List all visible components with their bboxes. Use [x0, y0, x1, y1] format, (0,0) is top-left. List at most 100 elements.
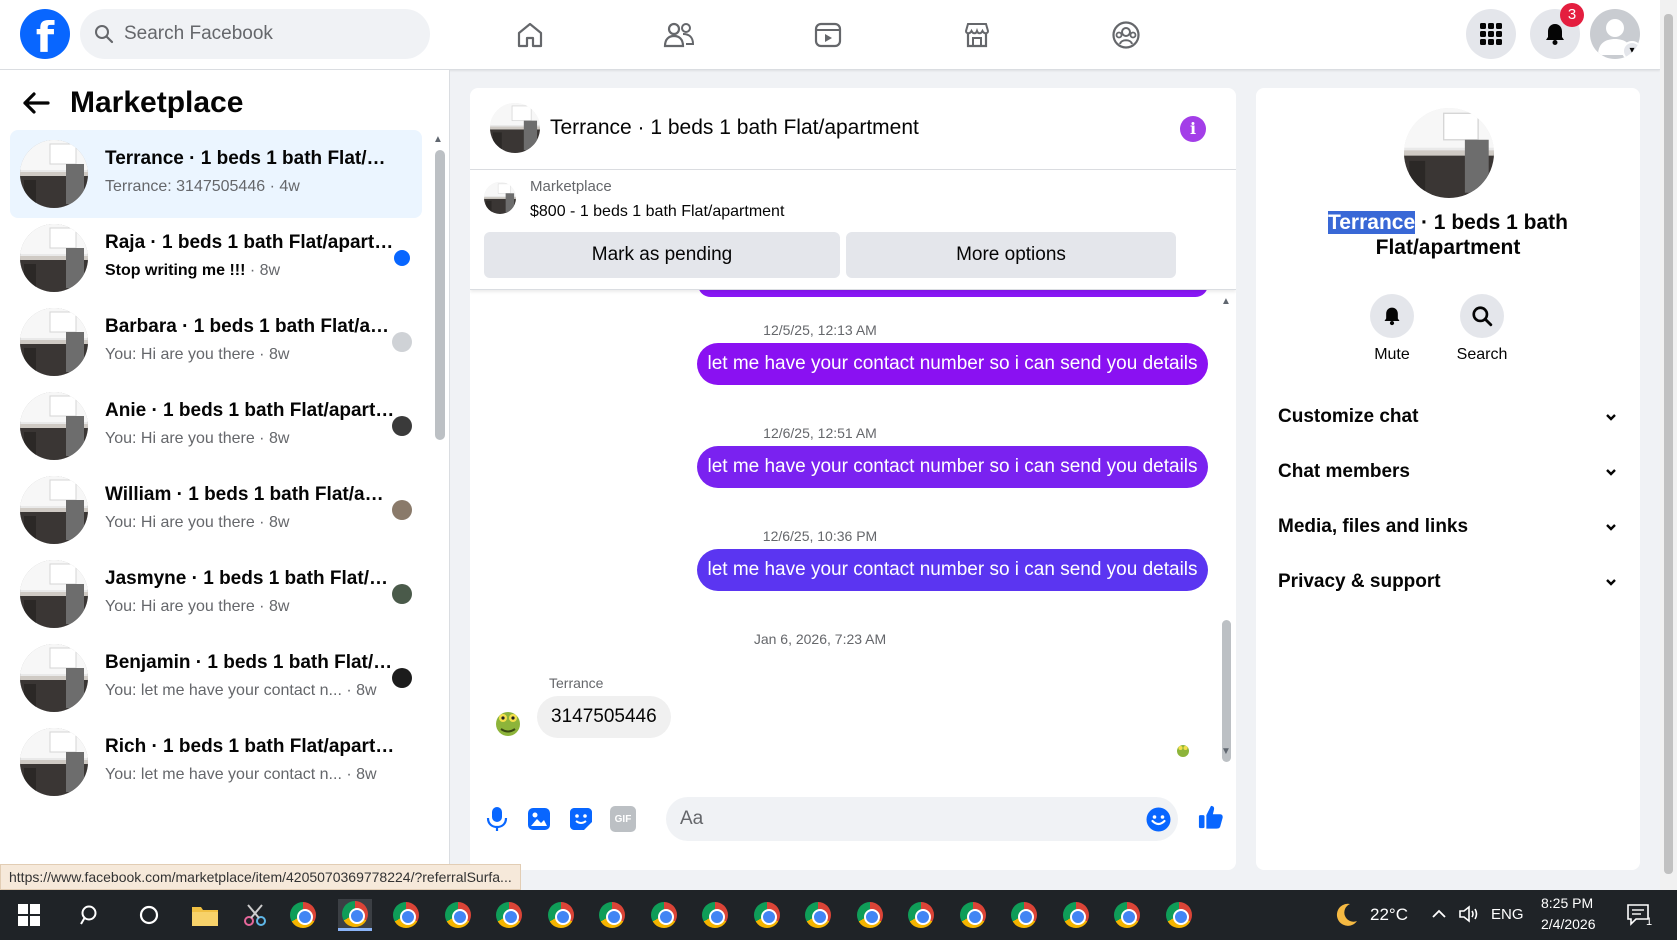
- conversation-item[interactable]: Anie · 1 beds 1 bath Flat/apartment You: …: [10, 382, 422, 470]
- notifications-button[interactable]: 3: [1530, 3, 1584, 59]
- panel-header: Marketplace: [22, 86, 243, 120]
- previous-message-bubble: [698, 290, 1208, 297]
- sticker-icon[interactable]: [568, 806, 594, 832]
- home-icon[interactable]: [508, 13, 552, 57]
- chrome-taskbar-icon[interactable]: [750, 899, 784, 931]
- privacy-support-section[interactable]: Privacy & support: [1278, 571, 1618, 601]
- customize-chat-section[interactable]: Customize chat: [1278, 406, 1618, 436]
- conversation-item[interactable]: Rich · 1 beds 1 bath Flat/apartment You: …: [10, 718, 422, 806]
- windows-start-icon[interactable]: [18, 904, 40, 926]
- microphone-icon[interactable]: [484, 806, 510, 832]
- preview-time: · 8w: [254, 346, 290, 363]
- file-explorer-icon[interactable]: [188, 899, 222, 931]
- gif-icon[interactable]: GIF: [610, 806, 636, 832]
- conversation-item[interactable]: Jasmyne · 1 beds 1 bath Flat/apartment Yo…: [10, 550, 422, 638]
- menu-grid-button[interactable]: [1466, 9, 1516, 59]
- outgoing-message[interactable]: let me have your contact number so i can…: [697, 343, 1208, 385]
- seen-avatar-icon: [392, 500, 412, 520]
- scrollbar[interactable]: [1222, 620, 1231, 762]
- temperature[interactable]: 22°C: [1370, 905, 1408, 925]
- photo-icon[interactable]: [526, 806, 552, 832]
- search-action[interactable]: Search: [1442, 294, 1522, 364]
- incoming-message[interactable]: 3147505446: [537, 696, 671, 738]
- conversation-item[interactable]: Benjamin · 1 beds 1 bath Flat/apartment Y…: [10, 634, 422, 722]
- chrome-taskbar-icon[interactable]: [1059, 899, 1093, 931]
- listing-photo[interactable]: [1404, 108, 1494, 198]
- outgoing-message[interactable]: let me have your contact number so i can…: [697, 446, 1208, 488]
- seen-avatar-icon: [392, 332, 412, 352]
- scrollbar[interactable]: [435, 150, 445, 440]
- mute-action[interactable]: Mute: [1352, 294, 1432, 364]
- chrome-taskbar-icon[interactable]: [904, 899, 938, 931]
- chrome-taskbar-icon[interactable]: [1162, 899, 1196, 931]
- chrome-taskbar-icon[interactable]: [492, 899, 526, 931]
- chevron-up-icon[interactable]: [1430, 907, 1448, 921]
- clock-date[interactable]: 2/4/2026: [1541, 916, 1596, 932]
- conversation-item[interactable]: Barbara · 1 beds 1 bath Flat/apartment Yo…: [10, 298, 422, 386]
- snipping-tool-icon[interactable]: [238, 899, 272, 931]
- scrollbar-thumb[interactable]: [1664, 14, 1673, 874]
- search-icon: [1472, 306, 1493, 327]
- chrome-taskbar-icon[interactable]: [441, 899, 475, 931]
- listing-price-title[interactable]: $800 - 1 beds 1 bath Flat/apartment: [530, 203, 784, 221]
- back-arrow-icon[interactable]: [22, 91, 50, 115]
- marketplace-icon[interactable]: [955, 13, 999, 57]
- facebook-logo-icon[interactable]: f: [20, 9, 70, 59]
- friends-icon[interactable]: [657, 13, 701, 57]
- chrome-taskbar-icon[interactable]: [698, 899, 732, 931]
- mark-as-pending-button[interactable]: Mark as pending: [484, 232, 840, 278]
- preview-text: Stop writing me !!!: [105, 262, 250, 279]
- chrome-icon: [959, 902, 986, 928]
- message-input[interactable]: [666, 797, 1178, 841]
- conversation-name: William · 1 beds 1 bath Flat/apartment: [105, 484, 395, 505]
- media-files-links-section[interactable]: Media, files and links: [1278, 516, 1618, 546]
- chrome-taskbar-icon[interactable]: [544, 899, 578, 931]
- outgoing-message[interactable]: let me have your contact number so i can…: [697, 549, 1208, 591]
- info-icon[interactable]: i: [1180, 116, 1206, 142]
- page-scrollbar[interactable]: [1660, 0, 1677, 890]
- account-avatar[interactable]: ▾: [1590, 9, 1640, 59]
- video-icon[interactable]: [806, 13, 850, 57]
- weather-moon-icon[interactable]: [1332, 901, 1360, 929]
- search-input[interactable]: [124, 23, 404, 45]
- listing-thumbnail[interactable]: [490, 103, 540, 153]
- conversation-item[interactable]: William · 1 beds 1 bath Flat/apartment Yo…: [10, 466, 422, 554]
- chrome-icon: [856, 902, 883, 928]
- chrome-taskbar-icon[interactable]: [1110, 899, 1144, 931]
- clock-time[interactable]: 8:25 PM: [1541, 895, 1593, 911]
- scroll-down-arrow-icon[interactable]: ▼: [1221, 746, 1231, 757]
- sender-avatar-icon[interactable]: [490, 704, 526, 740]
- chrome-taskbar-icon[interactable]: [595, 899, 629, 931]
- language-indicator[interactable]: ENG: [1491, 906, 1524, 923]
- more-options-button[interactable]: More options: [846, 232, 1176, 278]
- scroll-up-arrow-icon[interactable]: ▲: [1221, 296, 1231, 307]
- search-box[interactable]: [80, 9, 430, 59]
- conversation-preview: Terrance: 3147505446 · 4w: [105, 178, 395, 196]
- conversation-name: Anie · 1 beds 1 bath Flat/apartment: [105, 400, 395, 421]
- conversation-item[interactable]: Terrance · 1 beds 1 bath Flat/apartment T…: [10, 130, 422, 218]
- chrome-taskbar-icon[interactable]: [337, 899, 372, 931]
- conversation-preview: You: Hi are you there · 8w: [105, 514, 395, 532]
- search-icon[interactable]: [74, 899, 108, 931]
- conversation-item[interactable]: Raja · 1 beds 1 bath Flat/apartment Stop …: [10, 214, 422, 302]
- task-view-icon[interactable]: [132, 899, 166, 931]
- speaker-icon[interactable]: [1458, 904, 1482, 924]
- chrome-taskbar-icon[interactable]: [286, 899, 320, 931]
- thumbs-up-icon[interactable]: [1198, 804, 1224, 830]
- chrome-taskbar-icon[interactable]: [647, 899, 681, 931]
- chrome-taskbar-icon[interactable]: [853, 899, 887, 931]
- chat-members-section[interactable]: Chat members: [1278, 461, 1618, 491]
- listing-thumbnail: [20, 644, 88, 712]
- groups-icon[interactable]: [1104, 13, 1148, 57]
- emoji-icon[interactable]: [1146, 807, 1171, 832]
- page-title: Marketplace: [70, 86, 244, 119]
- chrome-icon: [1114, 902, 1140, 928]
- chrome-taskbar-icon[interactable]: [956, 899, 990, 931]
- chat-title[interactable]: Terrance · 1 beds 1 bath Flat/apartment: [550, 116, 919, 140]
- listing-thumbnail-small[interactable]: [484, 182, 516, 214]
- scroll-up-arrow-icon[interactable]: ▲: [433, 134, 443, 145]
- conversation-name: Barbara · 1 beds 1 bath Flat/apartment: [105, 316, 395, 337]
- chrome-taskbar-icon[interactable]: [1007, 899, 1041, 931]
- chrome-taskbar-icon[interactable]: [801, 899, 835, 931]
- chrome-taskbar-icon[interactable]: [389, 899, 423, 931]
